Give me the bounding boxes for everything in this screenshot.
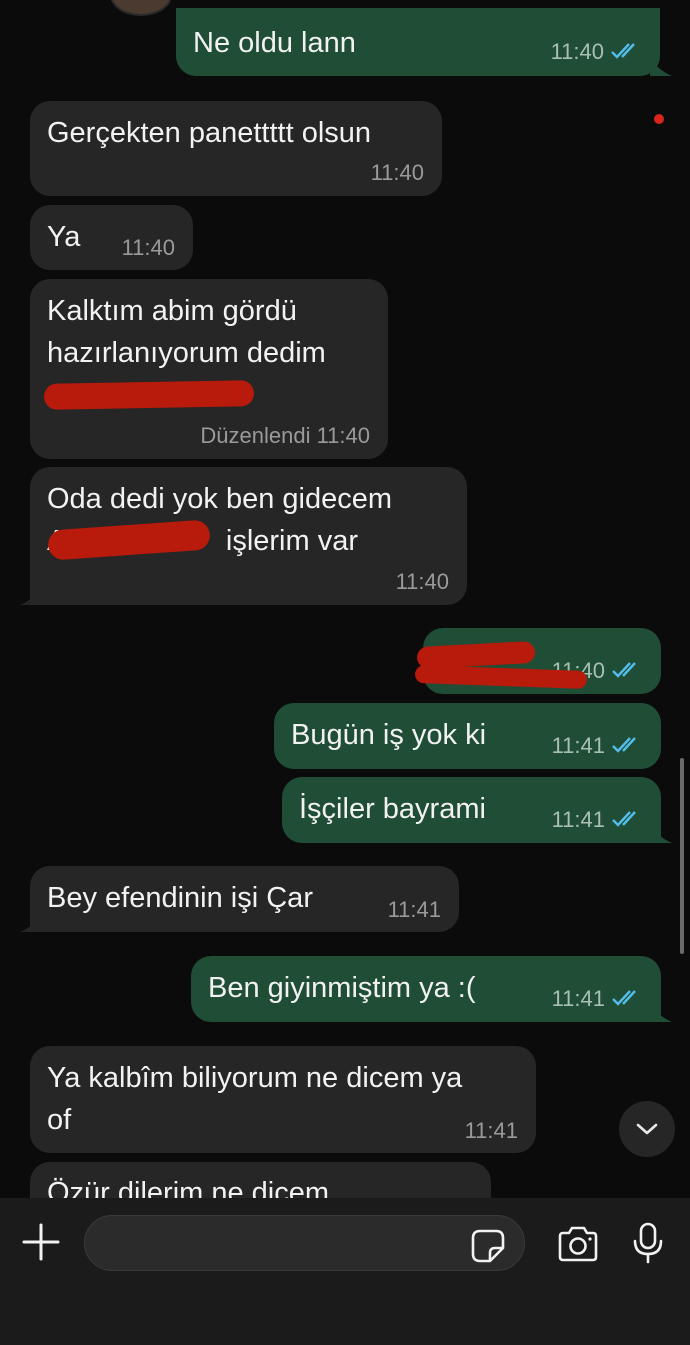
message-bubble-out[interactable]: İşçiler bayrami 11:41	[282, 777, 661, 843]
message-bubble-out[interactable]: Ben giyinmiştim ya :( 11:41	[191, 956, 661, 1022]
status-dot	[654, 114, 664, 124]
message-bubble-in[interactable]: Gerçekten panettttt olsun 11:40	[30, 101, 442, 196]
message-text: Ne oldu lann	[193, 27, 356, 59]
message-time: 11:41	[552, 807, 645, 834]
message-bubble-in[interactable]: Ya 11:40	[30, 205, 193, 270]
message-time: 11:41	[552, 986, 645, 1013]
plus-icon[interactable]	[20, 1221, 62, 1263]
chevron-down-icon	[636, 1123, 658, 1135]
message-text: Bey efendinin işi Çar	[47, 882, 313, 914]
message-text: Özür dilerim ne dicem	[47, 1177, 330, 1198]
message-time: 11:41	[552, 733, 645, 760]
message-text: İşçiler bayrami	[299, 793, 486, 825]
double-check-icon	[611, 734, 645, 760]
message-bubble-in[interactable]: Ya kalbîm biliyorum ne dicem ya of 11:41	[30, 1046, 536, 1153]
message-bubble-in[interactable]: Oda dedi yok ben gidecem A işlerim var 1…	[30, 467, 467, 605]
message-text: Kalktım abim gördü hazırlanıyorum dedim	[47, 295, 326, 369]
bubble-tail	[650, 825, 672, 843]
scrollbar[interactable]	[680, 758, 684, 954]
edited-label: Düzenlendi	[200, 423, 311, 448]
camera-icon[interactable]	[556, 1225, 600, 1263]
chat-area: Ne oldu lann 11:40 Gerçekten panettttt o…	[0, 0, 690, 1198]
avatar[interactable]	[110, 0, 172, 16]
message-time: Düzenlendi 11:40	[200, 423, 370, 448]
message-time: 11:41	[464, 1118, 518, 1143]
bubble-tail	[650, 1004, 672, 1022]
bubble-tail	[20, 587, 42, 605]
message-time: 11:40	[370, 160, 424, 185]
message-text: Gerçekten panettttt olsun	[47, 117, 372, 149]
message-text: Ben giyinmiştim ya :(	[208, 972, 476, 1004]
bubble-tail	[650, 58, 672, 76]
message-bubble-out[interactable]: Ne oldu lann 11:40	[176, 8, 660, 76]
double-check-icon	[611, 808, 645, 834]
redaction-mark	[43, 380, 255, 410]
double-check-icon	[610, 40, 644, 66]
message-input[interactable]	[84, 1215, 525, 1271]
scroll-down-button[interactable]	[619, 1101, 675, 1157]
message-time: 11:40	[121, 235, 175, 260]
message-bubble-out[interactable]: Bugün iş yok ki 11:41	[274, 703, 661, 769]
message-bubble-out[interactable]: 11:40	[414, 628, 661, 694]
message-text: Ya	[47, 221, 81, 253]
message-bubble-in[interactable]: Bey efendinin işi Çar 11:41	[30, 866, 459, 932]
message-time: 11:40	[551, 39, 644, 66]
message-time: 11:41	[387, 897, 441, 922]
double-check-icon	[611, 987, 645, 1013]
message-bubble-in[interactable]: Kalktım abim gördü hazırlanıyorum dedim …	[30, 279, 388, 459]
message-text: Ya kalbîm biliyorum ne dicem ya of	[47, 1062, 463, 1136]
message-time: 11:40	[395, 569, 449, 594]
message-bubble-in[interactable]: Özür dilerim ne dicem	[30, 1162, 491, 1198]
microphone-icon[interactable]	[632, 1222, 664, 1264]
double-check-icon	[611, 659, 645, 685]
message-text: Bugün iş yok ki	[291, 719, 487, 751]
sticker-icon[interactable]	[470, 1228, 506, 1264]
bubble-tail	[20, 914, 42, 932]
